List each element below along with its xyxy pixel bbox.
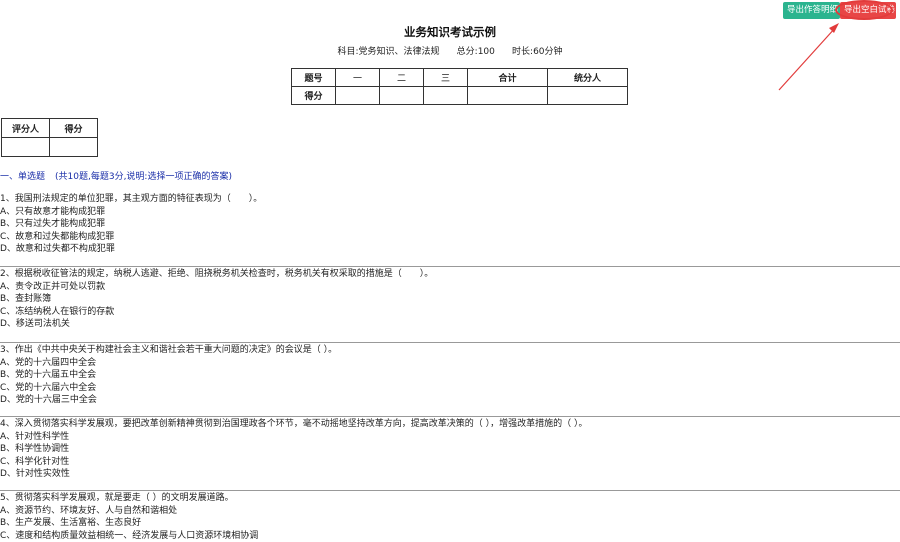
score-table-cell: 三 xyxy=(424,69,468,87)
answer-option[interactable]: C、速度和结构质量效益相统一、经济发展与人口资源环境相协调 xyxy=(0,530,900,542)
question-item: 1、我国刑法规定的单位犯罪，其主观方面的特征表现为（ ）。 A、只有故意才能构成… xyxy=(0,193,900,256)
score-table-cell: 二 xyxy=(380,69,424,87)
answer-option[interactable]: A、责令改正并可处以罚款 xyxy=(0,281,900,294)
grader-header: 评分人 xyxy=(2,119,50,138)
question-text: 1、我国刑法规定的单位犯罪，其主观方面的特征表现为（ ）。 xyxy=(0,193,900,206)
grader-table-value-row xyxy=(2,138,98,157)
score-table-cell xyxy=(336,87,380,105)
answer-option[interactable]: B、党的十六届五中全会 xyxy=(0,369,900,382)
answer-option[interactable]: D、党的十六届三中全会 xyxy=(0,394,900,407)
section-note: (共10题,每题3分,说明:选择一项正确的答案) xyxy=(55,172,232,182)
question-item: 5、贯彻落实科学发展观，就是要走（ ）的文明发展道路。 A、资源节约、环境友好、… xyxy=(0,492,900,542)
answer-option[interactable]: D、针对性实效性 xyxy=(0,468,900,481)
question-text: 4、深入贯彻落实科学发展观，要把改革创新精神贯彻到治国理政各个环节，毫不动摇地坚… xyxy=(0,418,900,431)
score-table-cell xyxy=(424,87,468,105)
answer-option[interactable]: A、针对性科学性 xyxy=(0,431,900,444)
answer-option[interactable]: D、故意和过失都不构成犯罪 xyxy=(0,243,900,256)
answer-option[interactable]: B、查封账簿 xyxy=(0,293,900,306)
exam-duration: 时长:60分钟 xyxy=(512,47,563,57)
exam-title: 业务知识考试示例 xyxy=(0,24,900,40)
grader-table: 评分人 得分 xyxy=(1,118,98,157)
answer-option[interactable]: C、故意和过失都能构成犯罪 xyxy=(0,231,900,244)
score-table-header-row: 题号 一 二 三 合计 统分人 xyxy=(292,69,628,87)
question-divider xyxy=(0,416,900,417)
question-item: 2、根据税收征管法的规定，纳税人逃避、拒绝、阻挠税务机关检查时，税务机关有权采取… xyxy=(0,268,900,331)
answer-option[interactable]: C、党的十六届六中全会 xyxy=(0,382,900,395)
question-text: 3、作出《中共中央关于构建社会主义和谐社会若干重大问题的决定》的会议是（ ）。 xyxy=(0,344,900,357)
score-table-cell: 统分人 xyxy=(548,69,628,87)
question-divider xyxy=(0,342,900,343)
grader-value xyxy=(2,138,50,157)
question-divider xyxy=(0,266,900,267)
question-text: 2、根据税收征管法的规定，纳税人逃避、拒绝、阻挠税务机关检查时，税务机关有权采取… xyxy=(0,268,900,281)
score-table-cell: 一 xyxy=(336,69,380,87)
score-table-cell: 得分 xyxy=(292,87,336,105)
grader-score-header: 得分 xyxy=(50,119,98,138)
exam-meta: 科目:党务知识、法律法规 总分:100 时长:60分钟 xyxy=(0,44,900,57)
section-name: 一、单选题 xyxy=(0,172,45,182)
answer-option[interactable]: D、移送司法机关 xyxy=(0,318,900,331)
question-divider xyxy=(0,490,900,491)
score-table-cell: 题号 xyxy=(292,69,336,87)
answer-option[interactable]: A、党的十六届四中全会 xyxy=(0,357,900,370)
score-table-cell xyxy=(380,87,424,105)
score-summary-table: 题号 一 二 三 合计 统分人 得分 xyxy=(291,68,628,105)
answer-option[interactable]: B、科学性协调性 xyxy=(0,443,900,456)
question-item: 3、作出《中共中央关于构建社会主义和谐社会若干重大问题的决定》的会议是（ ）。 … xyxy=(0,344,900,407)
grader-score-value xyxy=(50,138,98,157)
answer-option[interactable]: B、生产发展、生活富裕、生态良好 xyxy=(0,517,900,530)
question-item: 4、深入贯彻落实科学发展观，要把改革创新精神贯彻到治国理政各个环节，毫不动摇地坚… xyxy=(0,418,900,481)
answer-option[interactable]: A、只有故意才能构成犯罪 xyxy=(0,206,900,219)
score-table-cell xyxy=(468,87,548,105)
section-title: 一、单选题 (共10题,每题3分,说明:选择一项正确的答案) xyxy=(0,169,232,182)
exam-subject: 科目:党务知识、法律法规 xyxy=(337,47,439,57)
score-table-value-row: 得分 xyxy=(292,87,628,105)
grader-table-header-row: 评分人 得分 xyxy=(2,119,98,138)
answer-option[interactable]: C、冻结纳税人在银行的存款 xyxy=(0,306,900,319)
score-table-cell xyxy=(548,87,628,105)
score-table-cell: 合计 xyxy=(468,69,548,87)
answer-option[interactable]: C、科学化针对性 xyxy=(0,456,900,469)
answer-option[interactable]: B、只有过失才能构成犯罪 xyxy=(0,218,900,231)
question-text: 5、贯彻落实科学发展观，就是要走（ ）的文明发展道路。 xyxy=(0,492,900,505)
exam-total-score: 总分:100 xyxy=(457,47,495,57)
answer-option[interactable]: A、资源节约、环境友好、人与自然和谐相处 xyxy=(0,505,900,518)
